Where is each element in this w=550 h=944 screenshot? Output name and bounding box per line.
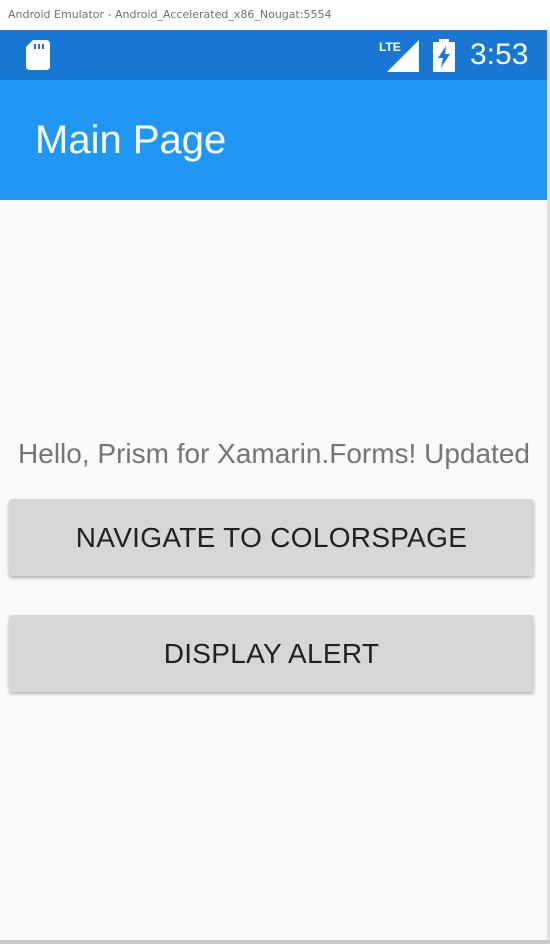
status-bar: LTE 3:53	[0, 30, 548, 80]
display-alert-button[interactable]: DISPLAY ALERT	[9, 615, 534, 692]
navigate-to-colorspage-button[interactable]: NAVIGATE TO COLORSPAGE	[9, 499, 534, 576]
emulator-window-title: Android Emulator - Android_Accelerated_x…	[0, 0, 550, 30]
page-title: Main Page	[35, 118, 227, 162]
window-bottom-border	[0, 940, 550, 944]
app-bar: Main Page	[0, 80, 548, 200]
sd-card-icon	[26, 40, 50, 70]
status-bar-clock: 3:53	[470, 38, 529, 71]
network-type-label: LTE	[379, 40, 401, 54]
battery-charging-icon	[433, 39, 455, 72]
lte-signal-icon: LTE	[379, 40, 419, 72]
welcome-message: Hello, Prism for Xamarin.Forms! Updated	[18, 438, 530, 469]
device-screen: LTE 3:53 Main Page Hello, Prism for Xama…	[0, 30, 548, 942]
